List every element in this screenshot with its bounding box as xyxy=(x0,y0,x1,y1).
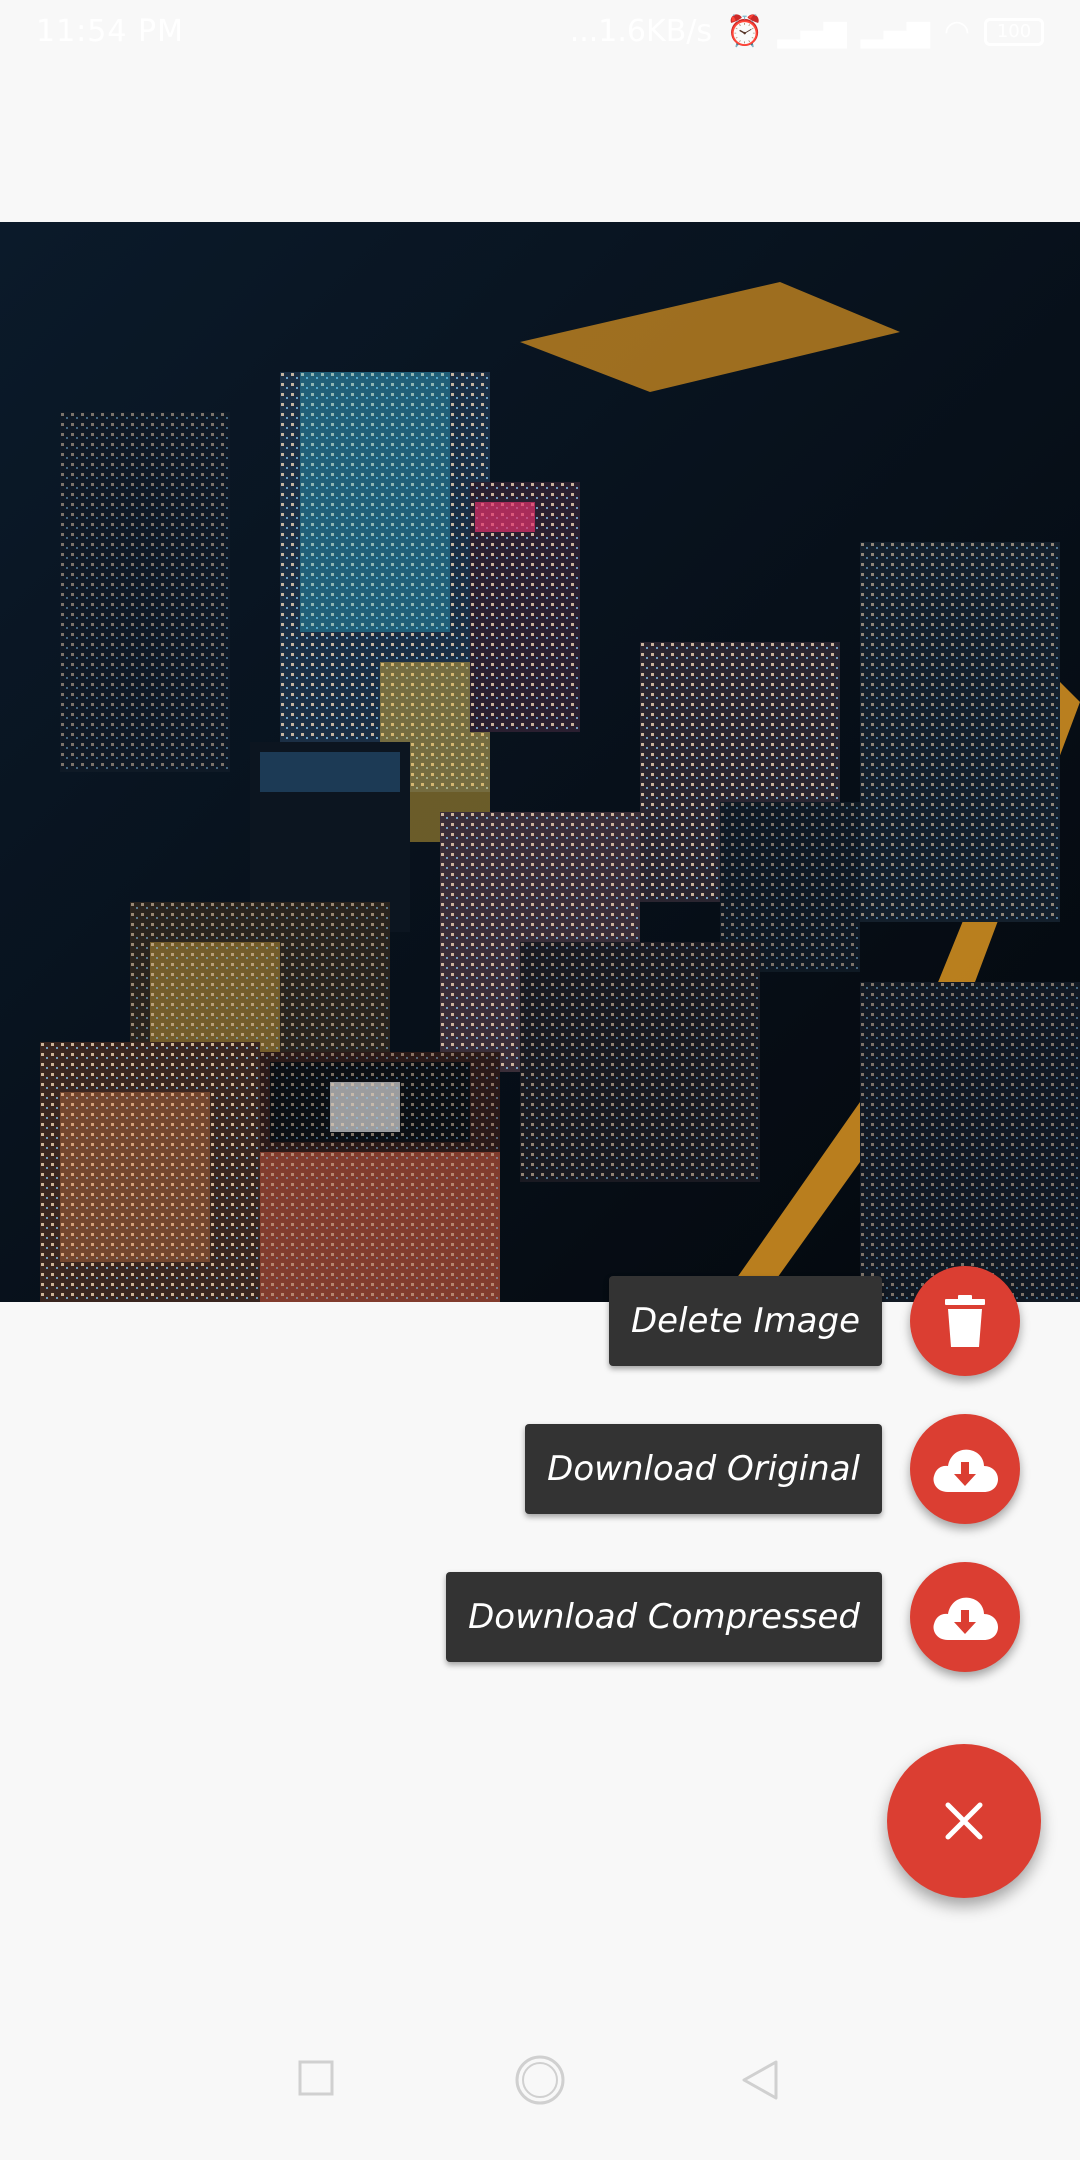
recents-button[interactable] xyxy=(298,2060,334,2100)
delete-image-label[interactable]: Delete Image xyxy=(608,1276,882,1366)
square-icon xyxy=(298,2060,334,2096)
status-bar: 11:54 PM ...1.6KB/s ⏰ ▂▄▆ ▂▄▆ ◠ 100 xyxy=(0,0,1080,64)
download-original-label[interactable]: Download Original xyxy=(525,1424,882,1514)
download-original-action[interactable]: Download Original xyxy=(525,1414,1020,1524)
sim2-signal-icon: ▂▄▆ xyxy=(860,14,930,49)
cloud-download-icon xyxy=(933,1449,998,1492)
trash-icon xyxy=(945,1295,985,1347)
delete-image-button[interactable] xyxy=(910,1266,1020,1376)
circle-icon xyxy=(515,2055,565,2105)
back-button[interactable] xyxy=(742,2060,778,2104)
triangle-back-icon xyxy=(742,2060,778,2100)
close-icon xyxy=(945,1802,983,1840)
status-time: 11:54 PM xyxy=(36,14,184,49)
city-night-photo xyxy=(0,222,1080,1302)
close-speed-dial-button[interactable] xyxy=(887,1744,1041,1898)
download-compressed-button[interactable] xyxy=(910,1562,1020,1672)
navigation-bar xyxy=(0,2030,1080,2160)
sim1-signal-icon: ▂▄▆ xyxy=(777,14,847,49)
cloud-download-icon xyxy=(933,1597,998,1640)
home-button[interactable] xyxy=(514,2054,566,2110)
download-original-button[interactable] xyxy=(910,1414,1020,1524)
battery-icon: 100 xyxy=(984,17,1044,46)
wifi-icon: ◠ xyxy=(943,14,970,49)
download-compressed-label[interactable]: Download Compressed xyxy=(446,1572,882,1662)
city-night-image xyxy=(0,222,1080,1302)
alarm-icon: ⏰ xyxy=(726,14,764,49)
status-icons: ...1.6KB/s ⏰ ▂▄▆ ▂▄▆ ◠ 100 xyxy=(570,14,1044,49)
network-speed: ...1.6KB/s xyxy=(569,14,713,49)
download-compressed-action[interactable]: Download Compressed xyxy=(446,1562,1020,1672)
delete-image-action[interactable]: Delete Image xyxy=(608,1266,1020,1376)
